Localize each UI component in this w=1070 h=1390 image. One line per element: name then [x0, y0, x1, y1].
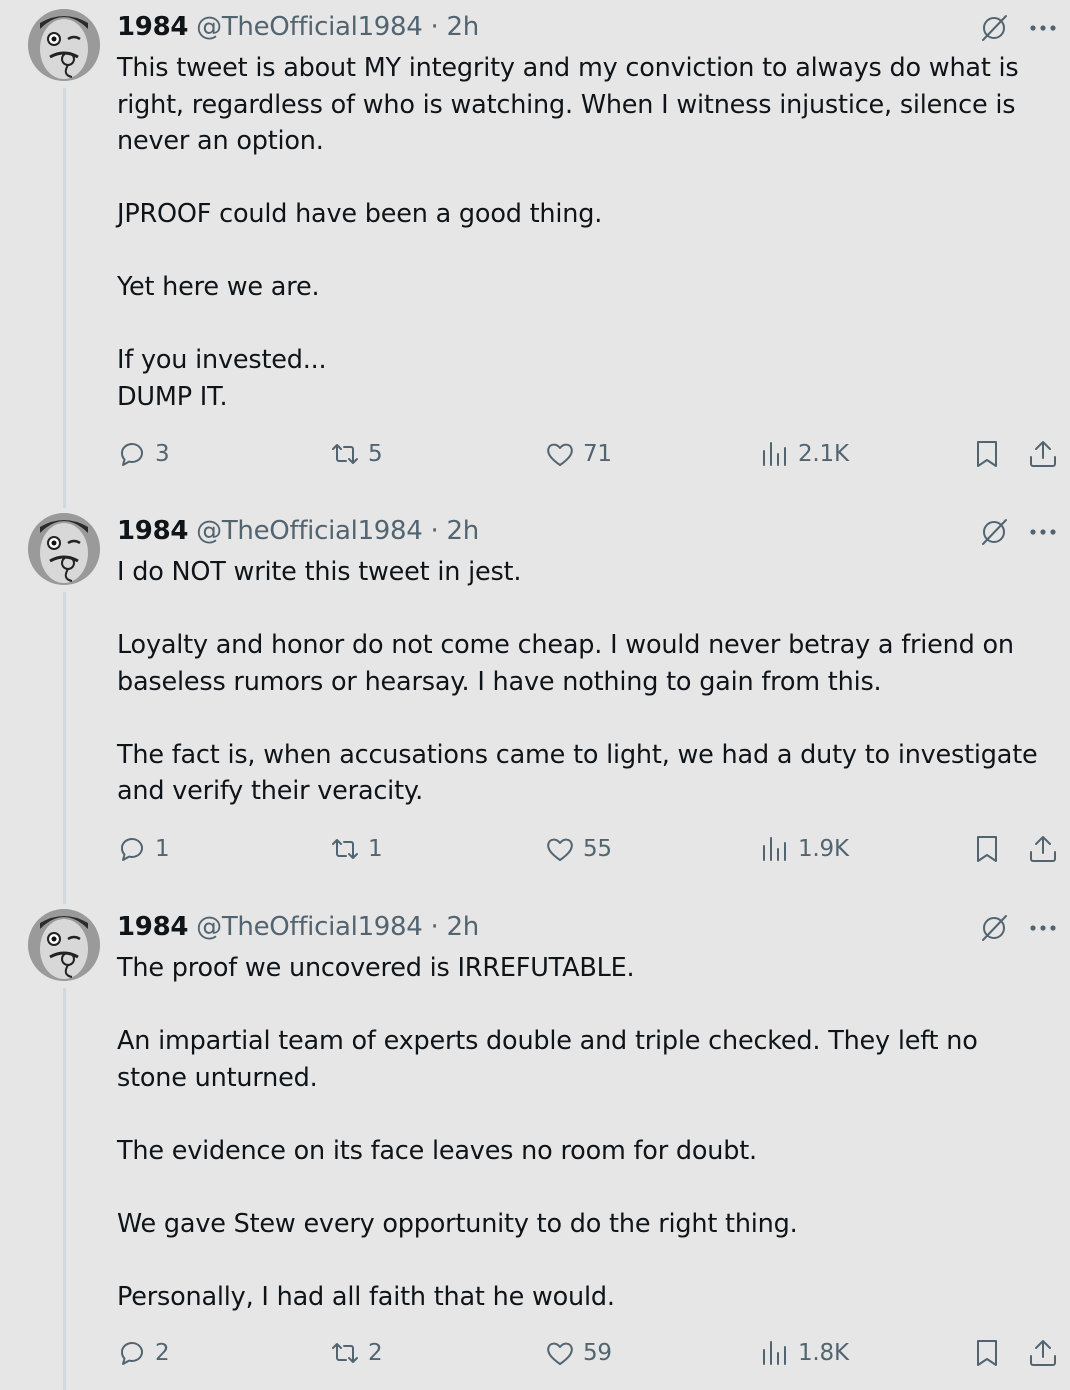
share-icon: [1030, 836, 1056, 862]
retweet-count: 1: [368, 836, 383, 862]
views-icon: [763, 1341, 786, 1365]
tweet-header: 1984 @TheOfficial1984 · 2h: [117, 11, 479, 43]
separator: ·: [430, 912, 439, 942]
author-handle[interactable]: @TheOfficial1984: [196, 912, 423, 942]
tweet[interactable]: 1984 @TheOfficial1984 · 2h The proof we …: [0, 900, 1070, 1390]
reply-icon: [121, 838, 143, 861]
views-button[interactable]: 1.8K: [760, 1335, 849, 1371]
separator: ·: [430, 516, 439, 546]
reply-count: 3: [155, 441, 170, 467]
view-count: 2.1K: [798, 441, 849, 467]
avatar[interactable]: [28, 513, 100, 585]
retweet-button[interactable]: 1: [330, 831, 383, 867]
reply-button[interactable]: 2: [117, 1335, 170, 1371]
like-count: 59: [583, 1340, 612, 1366]
retweet-count: 5: [368, 441, 383, 467]
separator: ·: [430, 12, 439, 42]
like-button[interactable]: 71: [545, 436, 612, 472]
like-count: 71: [583, 441, 612, 467]
retweet-icon: [332, 1343, 358, 1363]
tweet-actions: 1 1 55 1.9K: [0, 831, 1070, 867]
timestamp[interactable]: 2h: [446, 912, 479, 942]
bookmark-icon: [977, 836, 997, 862]
like-button[interactable]: 59: [545, 1335, 612, 1371]
share-icon: [1030, 441, 1056, 467]
avatar[interactable]: [28, 909, 100, 981]
author-name[interactable]: 1984: [117, 912, 188, 942]
views-icon: [763, 442, 786, 466]
heart-icon: [547, 1342, 573, 1365]
view-count: 1.8K: [798, 1340, 849, 1366]
tweet-header: 1984 @TheOfficial1984 · 2h: [117, 515, 479, 547]
author-name[interactable]: 1984: [117, 12, 188, 42]
grok-icon[interactable]: [979, 517, 1009, 547]
views-button[interactable]: 2.1K: [760, 436, 849, 472]
reply-icon: [121, 1342, 143, 1365]
like-count: 55: [583, 836, 612, 862]
tweet-text: The proof we uncovered is IRREFUTABLE. A…: [117, 953, 978, 1312]
avatar[interactable]: [28, 9, 100, 81]
timestamp[interactable]: 2h: [446, 516, 479, 546]
retweet-count: 2: [368, 1340, 383, 1366]
share-button[interactable]: [1028, 436, 1058, 472]
grok-icon[interactable]: [979, 13, 1009, 43]
more-icon[interactable]: [1026, 518, 1060, 546]
author-handle[interactable]: @TheOfficial1984: [196, 12, 423, 42]
more-icon[interactable]: [1026, 14, 1060, 42]
bookmark-button[interactable]: [972, 436, 1002, 472]
tweet-text: I do NOT write this tweet in jest. Loyal…: [117, 557, 1038, 806]
reply-count: 2: [155, 1340, 170, 1366]
views-button[interactable]: 1.9K: [760, 831, 849, 867]
reply-button[interactable]: 1: [117, 831, 170, 867]
retweet-button[interactable]: 5: [330, 436, 383, 472]
bookmark-icon: [977, 441, 997, 467]
heart-icon: [547, 443, 573, 466]
tweet-header: 1984 @TheOfficial1984 · 2h: [117, 911, 479, 943]
tweet-text: This tweet is about MY integrity and my …: [117, 53, 1019, 412]
share-button[interactable]: [1028, 1335, 1058, 1371]
tweet-actions: 3 5 71 2.1K: [0, 436, 1070, 472]
reply-count: 1: [155, 836, 170, 862]
bookmark-button[interactable]: [972, 1335, 1002, 1371]
reply-icon: [121, 443, 143, 466]
like-button[interactable]: 55: [545, 831, 612, 867]
timestamp[interactable]: 2h: [446, 12, 479, 42]
retweet-button[interactable]: 2: [330, 1335, 383, 1371]
bookmark-button[interactable]: [972, 831, 1002, 867]
heart-icon: [547, 838, 573, 861]
reply-button[interactable]: 3: [117, 436, 170, 472]
more-icon[interactable]: [1026, 914, 1060, 942]
views-icon: [763, 837, 786, 861]
retweet-icon: [332, 839, 358, 859]
retweet-icon: [332, 444, 358, 464]
author-handle[interactable]: @TheOfficial1984: [196, 516, 423, 546]
bookmark-icon: [977, 1340, 997, 1366]
share-icon: [1030, 1340, 1056, 1366]
tweet[interactable]: 1984 @TheOfficial1984 · 2h I do NOT writ…: [0, 504, 1070, 900]
view-count: 1.9K: [798, 836, 849, 862]
tweet[interactable]: 1984 @TheOfficial1984 · 2h This tweet is…: [0, 0, 1070, 504]
tweet-actions: 2 2 59 1.8K: [0, 1335, 1070, 1371]
share-button[interactable]: [1028, 831, 1058, 867]
grok-icon[interactable]: [979, 913, 1009, 943]
author-name[interactable]: 1984: [117, 516, 188, 546]
